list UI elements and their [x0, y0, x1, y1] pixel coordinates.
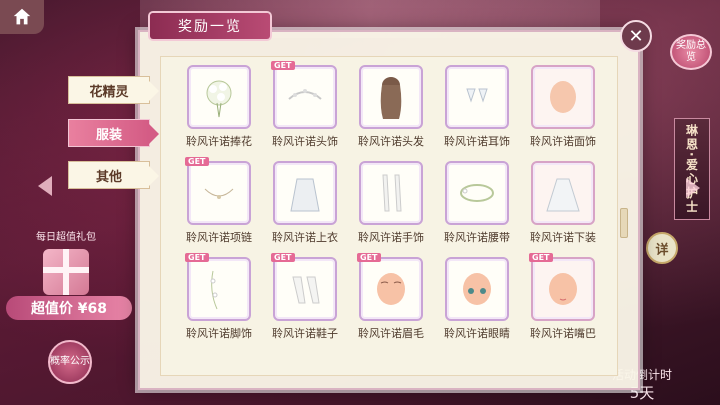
shoes-icon: [292, 276, 320, 304]
get-badge: GET: [529, 253, 553, 262]
eyebrows-icon: [377, 273, 405, 305]
skirt-icon: [546, 178, 580, 212]
get-badge: GET: [271, 253, 295, 262]
price-label: 超值价 ¥68: [30, 301, 108, 317]
reward-overview-button[interactable]: 奖励总览: [670, 34, 712, 70]
item-label: 聆风许诺耳饰: [444, 135, 510, 148]
bouquet-icon: [206, 80, 232, 118]
item-label: 聆风许诺捧花: [186, 135, 252, 148]
item-label: 聆风许诺手饰: [358, 231, 424, 244]
item-frame: GET: [185, 253, 251, 321]
item-label: 聆风许诺腰带: [444, 231, 510, 244]
item-frame: [445, 65, 509, 129]
tab-clothing[interactable]: 服装: [68, 119, 159, 147]
item-label: 聆风许诺下装: [530, 231, 596, 244]
item-label: 聆风许诺头饰: [272, 135, 338, 148]
side-banner-label: 琳恩·爱心护士: [684, 123, 699, 215]
reward-item[interactable]: 聆风许诺腰带: [435, 161, 519, 247]
reward-item[interactable]: GET 聆风许诺脚饰: [177, 253, 261, 343]
home-icon: [13, 8, 31, 25]
dialog-title: 奖励一览: [150, 13, 270, 39]
get-badge: GET: [357, 253, 381, 262]
reward-item[interactable]: 聆风许诺耳饰: [435, 65, 519, 151]
reward-overview-label: 奖励总览: [676, 40, 706, 63]
reward-item[interactable]: 聆风许诺上衣: [263, 161, 347, 247]
detail-label: 详: [655, 242, 669, 258]
daily-gift[interactable]: 每日超值礼包: [26, 228, 106, 295]
reward-item[interactable]: 聆风许诺眼睛: [435, 257, 519, 343]
dialog-title-text: 奖励一览: [178, 19, 242, 35]
item-frame: [359, 65, 423, 129]
item-label: 聆风许诺头发: [358, 135, 424, 148]
item-label: 聆风许诺项链: [186, 231, 252, 244]
face-ornament-icon: [550, 81, 576, 113]
item-label: 聆风许诺眼睛: [444, 327, 510, 340]
item-frame: [359, 161, 423, 225]
item-label: 聆风许诺嘴巴: [530, 327, 596, 340]
tab-other[interactable]: 其他: [68, 161, 159, 189]
earring-icon: [466, 88, 488, 103]
gift-box-icon: [43, 249, 89, 295]
reward-item[interactable]: 聆风许诺头发: [349, 65, 433, 151]
scrollbar-thumb[interactable]: [620, 208, 628, 238]
reward-item[interactable]: 聆风许诺手饰: [349, 161, 433, 247]
get-badge: GET: [271, 61, 295, 70]
reward-item[interactable]: GET 聆风许诺嘴巴: [521, 253, 605, 343]
tab-flower-spirit[interactable]: 花精灵: [68, 76, 159, 104]
item-frame: [445, 257, 509, 321]
daily-gift-label: 每日超值礼包: [36, 232, 96, 243]
lottery-info-button[interactable]: 概率公示: [48, 340, 92, 384]
eyes-icon: [463, 273, 491, 305]
item-frame: GET: [529, 253, 595, 321]
tab-label: 花精灵: [89, 84, 129, 100]
item-label: 聆风许诺脚饰: [186, 327, 252, 340]
gloves-icon: [382, 174, 402, 212]
hair-icon: [380, 77, 402, 119]
item-label: 聆风许诺面饰: [530, 135, 596, 148]
item-label: 聆风许诺上衣: [272, 231, 338, 244]
item-frame: [187, 65, 251, 129]
item-label: 聆风许诺鞋子: [272, 327, 338, 340]
mouth-icon: [549, 273, 577, 305]
get-badge: GET: [185, 157, 209, 166]
item-frame: [445, 161, 509, 225]
item-frame: GET: [271, 61, 337, 129]
anklet-icon: [210, 270, 218, 310]
get-badge: GET: [185, 253, 209, 262]
item-frame: GET: [357, 253, 423, 321]
price-button[interactable]: 超值价 ¥68: [6, 296, 132, 320]
nav-left-arrow-icon[interactable]: [38, 176, 52, 196]
top-icon: [290, 178, 320, 212]
reward-grid-panel[interactable]: 聆风许诺捧花 GET 聆风许诺头饰 聆风许诺头发 聆风许诺耳饰 聆风许诺面饰 GET 聆风许诺…: [160, 56, 618, 376]
side-banner[interactable]: 琳恩·爱心护士: [674, 118, 710, 220]
reward-item[interactable]: GET 聆风许诺头饰: [263, 61, 347, 151]
tab-label: 其他: [95, 169, 122, 185]
item-frame: [531, 161, 595, 225]
reward-item[interactable]: 聆风许诺面饰: [521, 65, 605, 151]
close-x-icon: ✕: [628, 25, 644, 47]
item-frame: [531, 65, 595, 129]
reward-item[interactable]: GET 聆风许诺项链: [177, 157, 261, 247]
belt-icon: [460, 184, 494, 202]
close-button[interactable]: ✕: [620, 20, 652, 52]
headpiece-icon: [288, 89, 322, 100]
reward-item[interactable]: 聆风许诺下装: [521, 161, 605, 247]
necklace-icon: [204, 188, 234, 199]
reward-item[interactable]: GET 聆风许诺鞋子: [263, 253, 347, 343]
tab-label: 服装: [95, 127, 122, 143]
item-frame: GET: [271, 253, 337, 321]
reward-item[interactable]: GET 聆风许诺眉毛: [349, 253, 433, 343]
nav-right-arrow-icon[interactable]: [686, 178, 700, 198]
item-frame: GET: [185, 157, 251, 225]
reward-item[interactable]: 聆风许诺捧花: [177, 65, 261, 151]
item-label: 聆风许诺眉毛: [358, 327, 424, 340]
item-frame: [273, 161, 337, 225]
home-button[interactable]: [0, 0, 44, 34]
detail-button[interactable]: 详: [646, 232, 678, 264]
lottery-label: 概率公示: [50, 356, 90, 367]
